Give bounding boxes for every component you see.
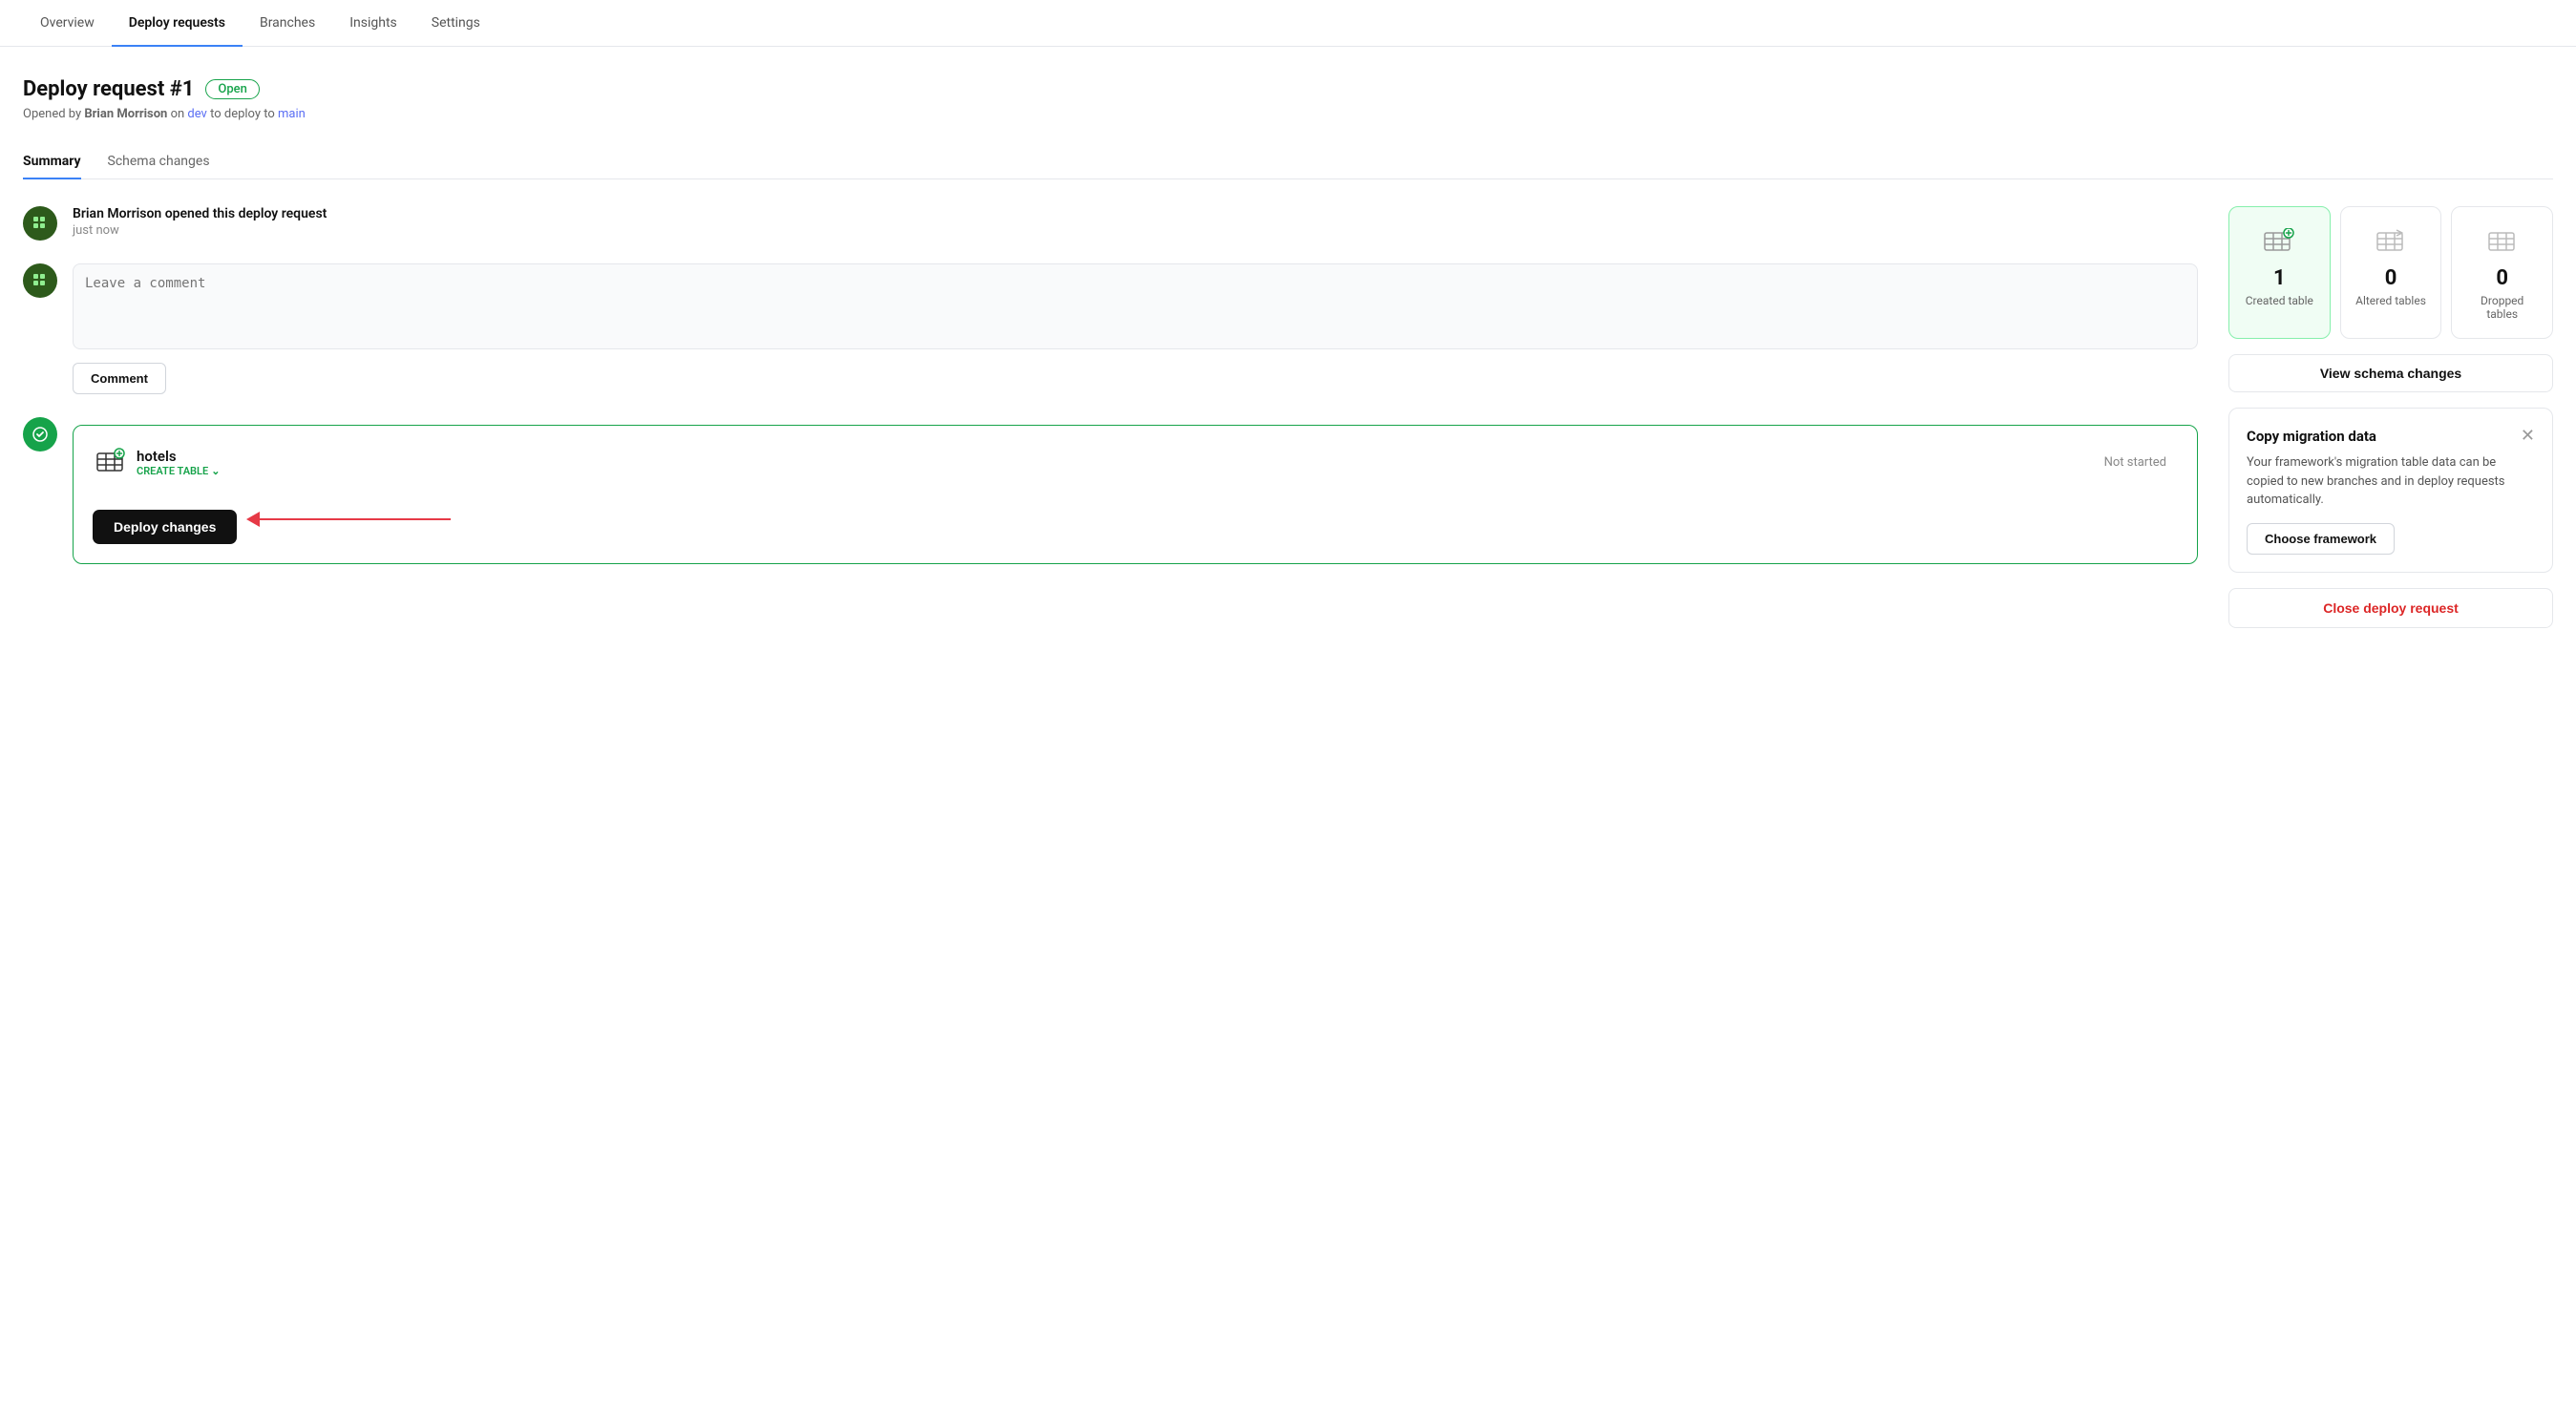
comment-button[interactable]: Comment [73,363,166,394]
stats-row: 1 Created table 0 [2228,206,2553,339]
timeline-event-content: Brian Morrison opened this deploy reques… [73,206,2198,238]
nav-settings[interactable]: Settings [414,0,497,46]
comment-input[interactable] [73,263,2198,349]
deploy-card-area: hotels CREATE TABLE ⌄ Not started [73,417,2198,564]
top-nav: Overview Deploy requests Branches Insigh… [0,0,2576,47]
author-name: Brian Morrison [84,107,167,121]
tab-summary[interactable]: Summary [23,144,81,178]
timeline: Brian Morrison opened this deploy reques… [23,206,2198,564]
table-info: hotels CREATE TABLE ⌄ [93,445,220,479]
choose-framework-button[interactable]: Choose framework [2247,523,2395,555]
sub-tabs: Summary Schema changes [23,144,2553,179]
avatar-comment [23,263,57,298]
close-migration-card-button[interactable]: ✕ [2521,426,2535,446]
deploy-card-header: hotels CREATE TABLE ⌄ Not started [93,445,2178,479]
migration-card: Copy migration data ✕ Your framework's m… [2228,408,2553,573]
branch-from-link[interactable]: dev [187,107,206,121]
table-icon [93,445,127,479]
page-title: Deploy request #1 [23,77,194,101]
timeline-comment-item: Comment [23,263,2198,394]
arrow-line [260,518,451,520]
stat-altered-tables[interactable]: 0 Altered tables [2340,206,2442,339]
deploy-btn-area: Deploy changes [93,494,2178,544]
dropped-table-icon [2463,224,2541,259]
table-name: hotels [137,448,220,465]
altered-count: 0 [2353,266,2430,290]
page-subtitle: Opened by Brian Morrison on dev to deplo… [23,107,2553,121]
left-column: Brian Morrison opened this deploy reques… [23,206,2198,628]
comment-area: Comment [73,263,2198,394]
migration-card-header: Copy migration data ✕ [2247,426,2535,446]
nav-deploy-requests[interactable]: Deploy requests [112,0,243,46]
content-area: Brian Morrison opened this deploy reques… [23,206,2553,628]
timeline-event-item: Brian Morrison opened this deploy reques… [23,206,2198,241]
tab-schema-changes[interactable]: Schema changes [108,144,210,178]
progress-area: Not started [2104,455,2178,470]
subtitle-to: to deploy to [210,107,278,121]
status-badge: Open [205,79,259,99]
altered-label: Altered tables [2353,294,2430,307]
arrow-head-icon [246,512,260,527]
table-action-label: CREATE TABLE ⌄ [137,465,220,477]
timeline-deploy-item: hotels CREATE TABLE ⌄ Not started [23,417,2198,564]
nav-overview[interactable]: Overview [23,0,112,46]
branch-to-link[interactable]: main [278,107,306,121]
status-not-started: Not started [2104,455,2166,470]
nav-branches[interactable]: Branches [243,0,332,46]
altered-table-icon [2353,224,2430,259]
close-deploy-request-button[interactable]: Close deploy request [2228,588,2553,628]
view-schema-button[interactable]: View schema changes [2228,354,2553,392]
stat-dropped-tables[interactable]: 0 Dropped tables [2451,206,2553,339]
migration-card-text: Your framework's migration table data ca… [2247,453,2535,510]
created-count: 1 [2241,266,2318,290]
subtitle-mid: on [171,107,188,121]
stat-created-table[interactable]: 1 Created table [2228,206,2331,339]
subtitle-prefix: Opened by [23,107,84,121]
deploy-card: hotels CREATE TABLE ⌄ Not started [73,425,2198,564]
right-column: 1 Created table 0 [2228,206,2553,628]
dropped-label: Dropped tables [2463,294,2541,321]
page-header: Deploy request #1 Open Opened by Brian M… [23,77,2553,121]
avatar-event [23,206,57,241]
nav-insights[interactable]: Insights [332,0,414,46]
created-label: Created table [2241,294,2318,307]
event-time: just now [73,223,2198,238]
event-text: Brian Morrison opened this deploy reques… [73,206,2198,221]
migration-card-title: Copy migration data [2247,428,2376,445]
avatar-deploy [23,417,57,452]
created-table-icon [2241,224,2318,259]
main-content: Deploy request #1 Open Opened by Brian M… [0,47,2576,651]
deploy-changes-button[interactable]: Deploy changes [93,510,237,544]
dropped-count: 0 [2463,266,2541,290]
